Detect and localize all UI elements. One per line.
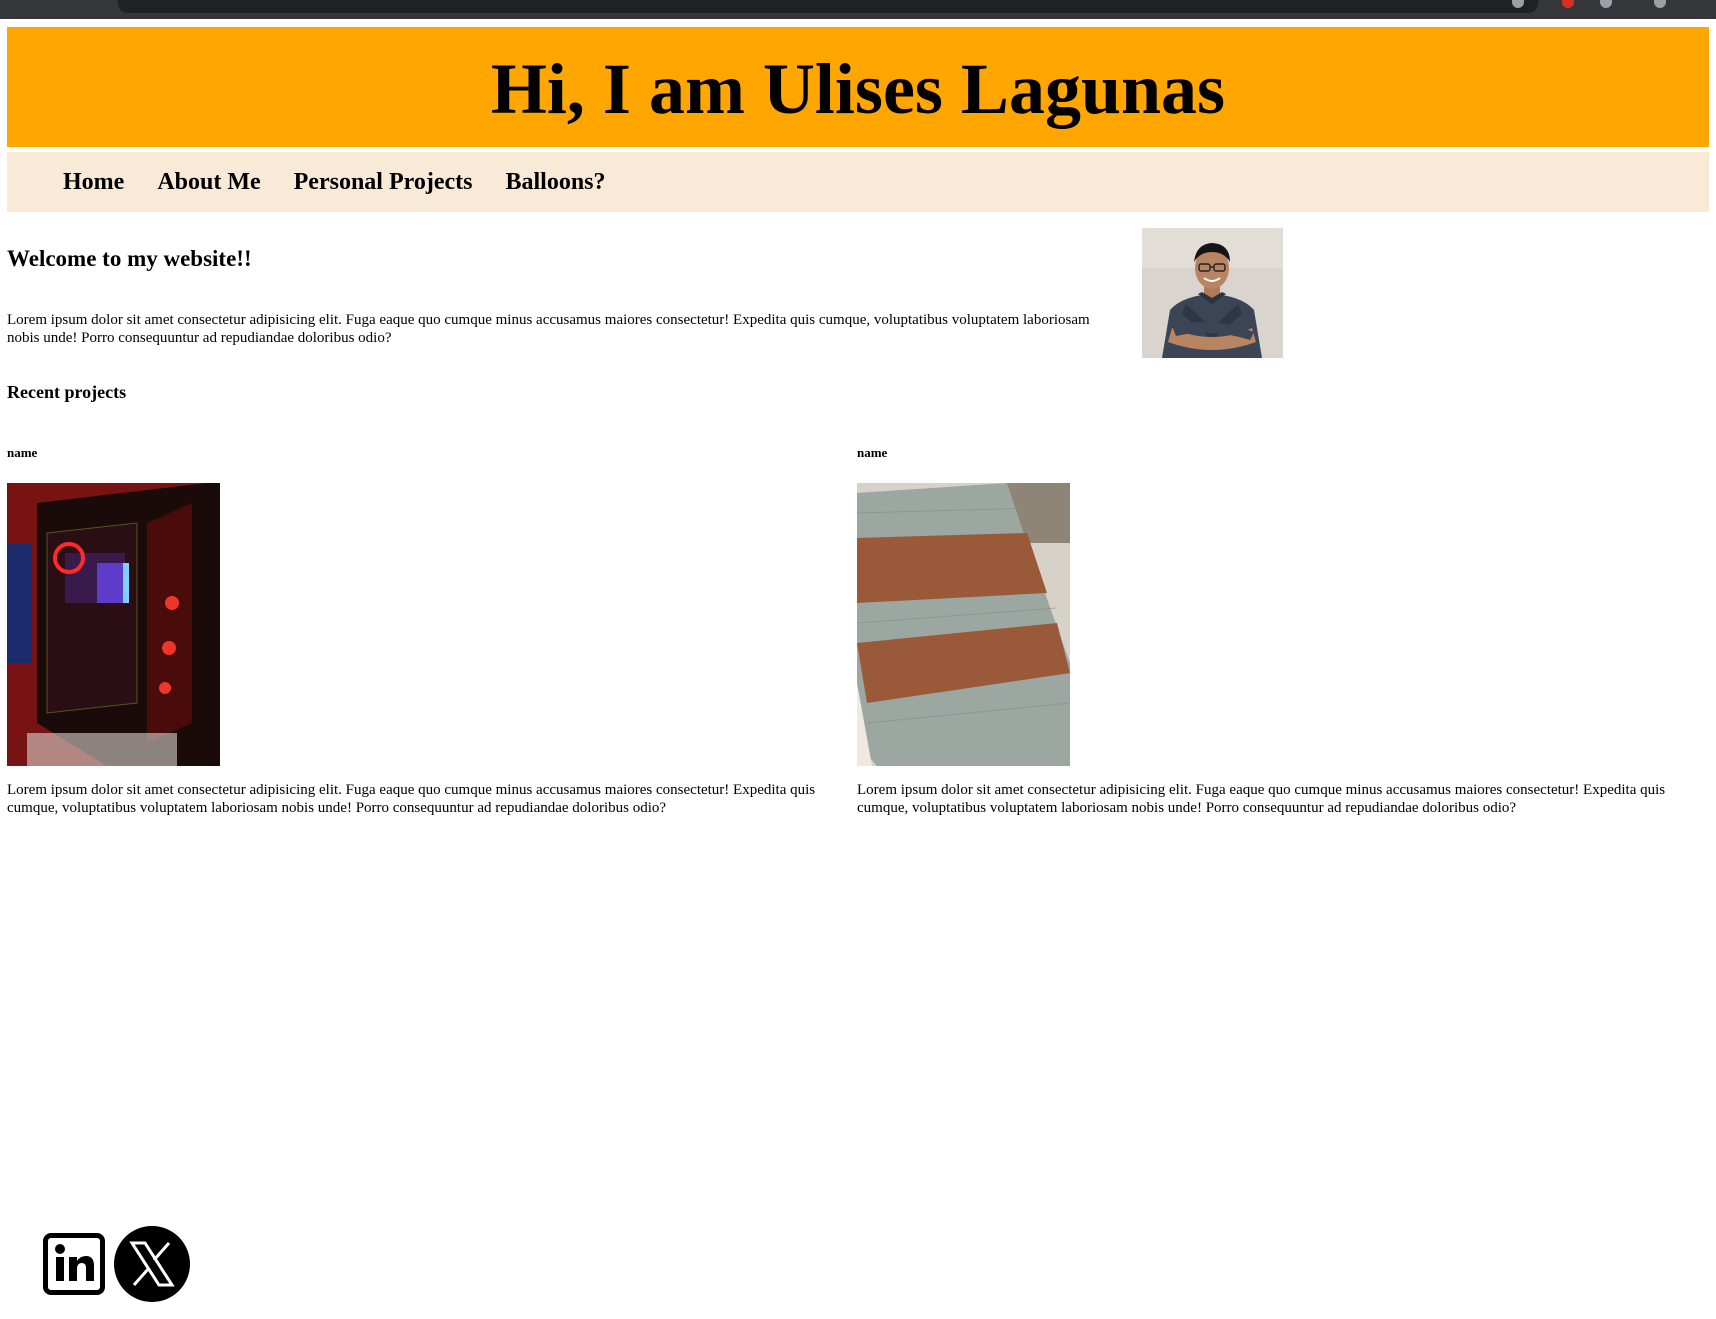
project-image-knit-blanket [857, 483, 1070, 766]
address-bar[interactable] [118, 0, 1538, 13]
browser-toolbar [0, 0, 1716, 19]
page-title: Hi, I am Ulises Lagunas [490, 49, 1226, 129]
recent-projects-heading: Recent projects [7, 382, 127, 402]
social-links [43, 1226, 190, 1302]
project-card: name Lorem ipsum dolor sit amet consecte… [7, 445, 847, 816]
nav-home[interactable]: Home [63, 169, 124, 196]
project-description: Lorem ipsum dolor sit amet consectetur a… [857, 782, 1666, 816]
site-header: Hi, I am Ulises Lagunas [7, 27, 1709, 147]
nav-balloons[interactable]: Balloons? [505, 169, 605, 196]
project-image-pc-build [7, 483, 220, 766]
profile-photo [1142, 228, 1283, 358]
project-description: Lorem ipsum dolor sit amet consectetur a… [7, 782, 816, 816]
welcome-heading: Welcome to my website!! [7, 246, 252, 271]
project-name: name [7, 445, 38, 460]
downloads-icon[interactable] [1600, 0, 1612, 8]
main-nav: Home About Me Personal Projects Balloons… [7, 152, 1709, 212]
nav-about-me[interactable]: About Me [157, 169, 260, 196]
nav-personal-projects[interactable]: Personal Projects [294, 169, 473, 196]
extension-icon[interactable] [1562, 0, 1574, 8]
project-name: name [857, 445, 888, 460]
intro-paragraph: Lorem ipsum dolor sit amet consectetur a… [7, 312, 1090, 346]
profile-icon[interactable] [1654, 0, 1666, 8]
linkedin-icon[interactable] [43, 1233, 105, 1295]
project-card: name Lorem ipsum dolor sit amet consecte… [857, 445, 1697, 816]
x-icon[interactable] [114, 1226, 190, 1302]
